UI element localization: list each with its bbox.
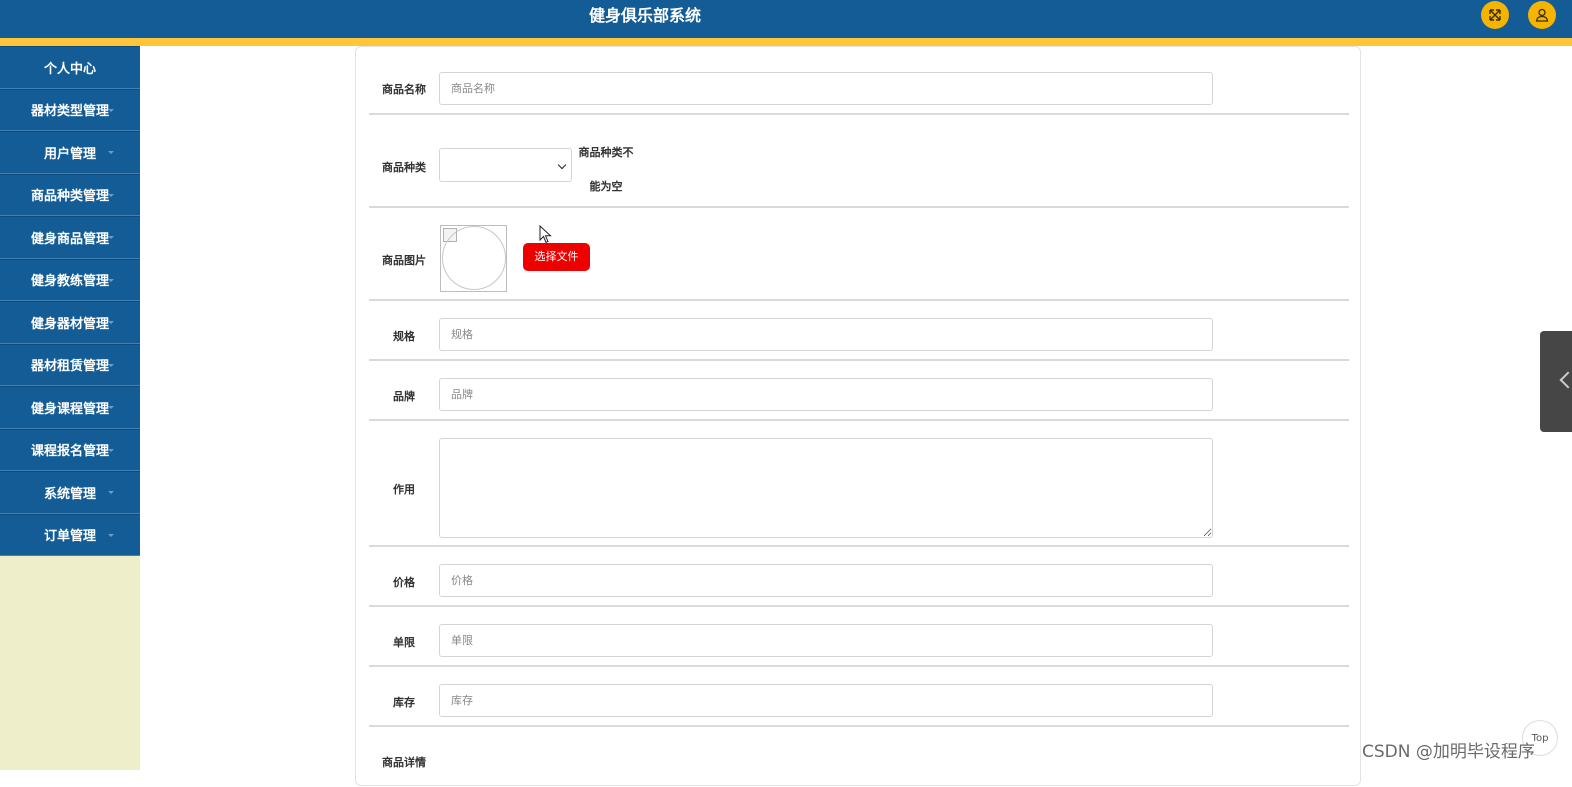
chevron-down-icon [108, 448, 114, 452]
mouse-cursor-icon [539, 225, 552, 244]
chevron-down-icon [108, 193, 114, 197]
form-row-detail: 商品详情 [369, 727, 1349, 787]
chevron-down-icon [108, 236, 114, 239]
sidebar-item-label: 器材租赁管理 [30, 359, 109, 375]
sidebar-item-label: 订单管理 [43, 529, 96, 545]
form-row-brand: 品牌 [369, 361, 1349, 421]
sidebar-item-personal-center[interactable]: 个人中心 [0, 46, 140, 89]
field-label: 商品名称 [382, 83, 426, 96]
form-row-limit: 单限 [369, 607, 1349, 667]
form-row-stock: 库存 [369, 667, 1349, 727]
form-row-price: 价格 [369, 547, 1349, 607]
field-label: 商品种类 [382, 161, 426, 174]
form-row-name: 商品名称 [369, 47, 1349, 115]
user-icon[interactable] [1528, 1, 1556, 29]
chevron-down-icon [108, 406, 114, 409]
sidebar-item-label: 健身商品管理 [30, 231, 109, 247]
form-row-effect: 作用 [369, 421, 1349, 547]
sidebar-item-label: 个人中心 [43, 61, 96, 77]
sidebar-item-coaches[interactable]: 健身教练管理 [0, 258, 140, 301]
chevron-down-icon [557, 160, 567, 170]
form-row-image: 商品图片 选择文件 [369, 208, 1349, 301]
sidebar-item-label: 健身教练管理 [30, 274, 109, 290]
field-label: 价格 [393, 576, 415, 589]
chevron-down-icon [108, 108, 114, 112]
form-row-spec: 规格 [369, 301, 1349, 361]
watermark-text: CSDN @加明毕设程序 [1362, 742, 1535, 762]
field-label: 品牌 [393, 390, 415, 403]
form-row-category: 商品种类 商品种类不能为空 [369, 115, 1349, 208]
sidebar-item-label: 健身器材管理 [30, 316, 109, 332]
chevron-down-icon [108, 533, 114, 537]
field-label: 库存 [393, 696, 415, 709]
stock-input[interactable] [439, 684, 1213, 717]
sidebar-item-equipment-rental[interactable]: 器材租赁管理 [0, 343, 140, 386]
sidebar-item-label: 商品种类管理 [30, 189, 109, 205]
image-placeholder-circle [442, 226, 506, 290]
sidebar-item-courses[interactable]: 健身课程管理 [0, 386, 140, 429]
field-label: 作用 [393, 483, 415, 496]
field-label: 商品详情 [382, 756, 426, 769]
sidebar-item-orders[interactable]: 订单管理 [0, 513, 140, 556]
chevron-down-icon [108, 151, 114, 154]
sidebar-item-product-category[interactable]: 商品种类管理 [0, 173, 140, 216]
chevron-down-icon [108, 491, 114, 494]
effect-textarea[interactable] [439, 438, 1213, 538]
chevron-down-icon [108, 363, 114, 367]
app-title: 健身俱乐部系统 [588, 6, 701, 25]
sidebar-item-label: 用户管理 [43, 146, 96, 162]
product-image-preview [440, 225, 507, 292]
chevron-down-icon [108, 278, 114, 282]
spec-input[interactable] [439, 318, 1213, 351]
sidebar-item-equipment[interactable]: 健身器材管理 [0, 301, 140, 344]
choose-file-button[interactable]: 选择文件 [523, 243, 590, 271]
sidebar-item-label: 课程报名管理 [30, 444, 109, 460]
sidebar: 个人中心 器材类型管理 用户管理 商品种类管理 健身商品管理 健身教练管理 健身… [0, 46, 140, 770]
expand-icon-glyph [1489, 9, 1501, 21]
sidebar-item-label: 健身课程管理 [30, 401, 109, 417]
sidebar-item-label: 系统管理 [43, 486, 96, 502]
expand-icon[interactable] [1481, 1, 1509, 29]
category-error-text: 商品种类不能为空 [578, 146, 634, 193]
sidebar-item-course-signup[interactable]: 课程报名管理 [0, 428, 140, 471]
field-label: 规格 [393, 330, 415, 343]
product-form-panel: 商品名称 商品种类 商品种类不能为空 商品图片 选择文件 规格 品牌 作用 价格 [355, 46, 1361, 786]
sidebar-item-system[interactable]: 系统管理 [0, 471, 140, 514]
limit-input[interactable] [439, 624, 1213, 657]
sidebar-item-fitness-products[interactable]: 健身商品管理 [0, 216, 140, 259]
field-label: 单限 [393, 636, 415, 649]
product-name-input[interactable] [439, 72, 1213, 105]
side-drawer-toggle[interactable] [1540, 331, 1572, 432]
price-input[interactable] [439, 564, 1213, 597]
chevron-left-icon [1559, 371, 1572, 389]
product-category-select[interactable] [439, 148, 572, 182]
sidebar-item-label: 器材类型管理 [30, 104, 109, 120]
brand-input[interactable] [439, 378, 1213, 411]
user-icon-glyph [1535, 8, 1549, 22]
sidebar-item-equipment-type[interactable]: 器材类型管理 [0, 88, 140, 131]
header-accent-strip [0, 38, 1572, 46]
sidebar-item-users[interactable]: 用户管理 [0, 131, 140, 174]
field-label: 商品图片 [382, 254, 426, 267]
top-bar: 健身俱乐部系统 [0, 0, 1572, 38]
chevron-down-icon [108, 321, 114, 324]
